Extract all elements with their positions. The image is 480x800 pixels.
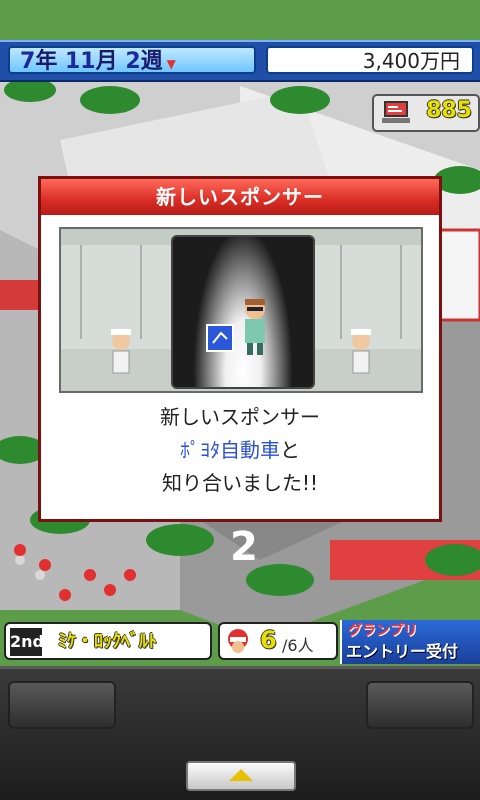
chevron-down-icon: ▼	[166, 57, 176, 71]
driver-count: 6	[260, 626, 277, 654]
message-line-3: 知り合いました!!	[161, 471, 319, 495]
month-unit: 月	[95, 49, 118, 74]
sponsor-representative	[206, 299, 265, 355]
research-points-badge[interactable]: 885	[372, 94, 480, 132]
message-line-2-suffix: と	[280, 438, 300, 462]
arrow-up-icon	[229, 769, 253, 781]
week-value: 2	[125, 49, 141, 74]
grandprix-label: グランプリ	[348, 623, 418, 639]
spotlight-panel	[171, 235, 315, 389]
game-date[interactable]: 7年 11月 2週 ▼	[8, 46, 256, 74]
expand-menu-button[interactable]	[186, 761, 296, 791]
info-bar: 2nd ﾐｹ・ﾛｯｸﾍﾞﾙﾄ 6 /6人 グランプリ エントリー受付中!	[0, 620, 480, 685]
message-line-2: ﾎﾟﾖﾀ自動車と	[55, 434, 425, 467]
new-sponsor-dialog[interactable]: 新しいスポンサー 新しいスポンサー ﾎﾟﾖﾀ自動車と 知り合いました!!	[38, 176, 442, 522]
control-panel	[0, 666, 480, 800]
svg-text:2: 2	[230, 524, 258, 570]
status-bar: 7年 11月 2週 ▼ 3,400万円	[0, 40, 480, 82]
research-points-value: 885	[426, 98, 472, 123]
dialog-title: 新しいスポンサー	[41, 179, 439, 215]
week-unit: 週	[140, 49, 163, 74]
message-line-1: 新しいスポンサー	[160, 405, 320, 429]
money-display: 3,400万円	[266, 46, 474, 74]
driver-name: ﾐｹ・ﾛｯｸﾍﾞﾙﾄ	[58, 631, 157, 652]
year-value: 7	[20, 49, 36, 74]
driver-total: /6人	[282, 636, 314, 655]
grandprix-entry-banner[interactable]: グランプリ エントリー受付中!	[340, 620, 480, 685]
computer-icon	[382, 101, 410, 123]
rank-badge: 2nd	[10, 628, 44, 656]
year-unit: 年	[35, 49, 58, 74]
month-value: 11	[65, 49, 96, 74]
driver-helmet-icon	[228, 629, 248, 653]
right-menu-button[interactable]	[366, 681, 474, 729]
team-rank-panel[interactable]: 2nd ﾐｹ・ﾛｯｸﾍﾞﾙﾄ	[4, 622, 212, 660]
game-scene[interactable]: 2 7年 11月 2週 ▼ 3,400万円 885 新しいスポンサー 新しいスポ…	[0, 0, 480, 800]
dialog-message: 新しいスポンサー ﾎﾟﾖﾀ自動車と 知り合いました!!	[55, 391, 425, 521]
left-menu-button[interactable]	[8, 681, 116, 729]
driver-count-panel[interactable]: 6 /6人	[218, 622, 338, 660]
sponsor-scene-illustration	[59, 227, 423, 393]
sponsor-name: ﾎﾟﾖﾀ自動車	[180, 438, 280, 462]
